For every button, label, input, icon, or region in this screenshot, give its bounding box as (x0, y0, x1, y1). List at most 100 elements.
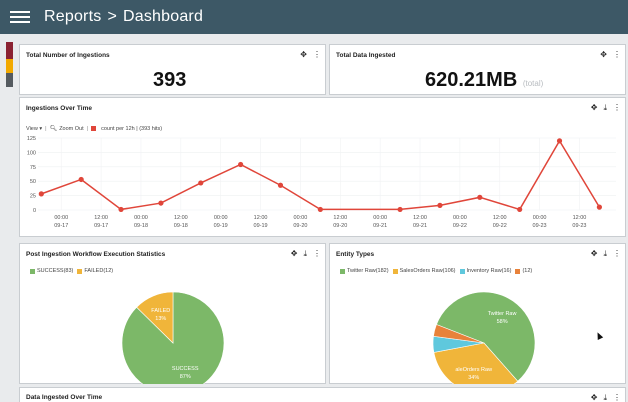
legend-swatch (340, 268, 345, 274)
x-tick-date: 09-23 (572, 223, 586, 229)
breadcrumb-separator: > (107, 8, 117, 25)
slice-label: FAILED (151, 308, 170, 314)
series-line (41, 139, 601, 211)
download-icon[interactable]: ⤓ (603, 393, 607, 402)
panel-tools: ✥ ⋮ (300, 50, 321, 59)
zoom-out-button[interactable]: Zoom Out (59, 126, 83, 132)
x-tick-time: 00:00 (294, 215, 308, 221)
move-icon[interactable]: ✥ (591, 249, 598, 258)
slice-percent: 58% (497, 319, 508, 325)
y-tick-label: 50 (30, 179, 36, 185)
x-tick-time: 12:00 (573, 215, 587, 221)
panel-tools: ✥ ⤓ ⋮ (591, 393, 621, 402)
x-tick-time: 00:00 (533, 215, 547, 221)
view-dropdown[interactable]: View ▾ (26, 126, 42, 132)
sidebar (0, 34, 13, 402)
legend-swatch (91, 126, 97, 131)
data-point (517, 206, 523, 213)
data-ingested-amount: 620.21MB (425, 69, 518, 91)
data-ingested-suffix: (total) (522, 79, 544, 88)
x-tick-time: 00:00 (54, 215, 68, 221)
x-tick-date: 09-20 (293, 223, 307, 229)
entity-types-panel: Entity Types ✥ ⤓ ⋮ Twitter Raw(182) Sales… (329, 243, 626, 384)
y-tick-label: 125 (27, 136, 36, 142)
x-tick-date: 09-22 (493, 223, 507, 229)
legend-swatch (459, 268, 465, 274)
data-point (596, 204, 602, 210)
breadcrumb-dashboard: Dashboard (122, 8, 204, 25)
data-point (437, 202, 443, 208)
menu-icon[interactable] (10, 11, 30, 23)
panel-tools: ✥ ⋮ (600, 50, 621, 59)
x-tick-time: 00:00 (453, 215, 467, 221)
slice-percent: 87% (180, 374, 191, 380)
x-tick-date: 09-21 (413, 223, 427, 229)
slice-label: Twitter Raw (488, 311, 517, 317)
x-tick-date: 09-19 (214, 223, 228, 229)
move-icon[interactable]: ✥ (291, 249, 298, 258)
legend-swatch (77, 268, 83, 274)
panel-tools: ✥ ⤓ ⋮ (591, 249, 621, 258)
y-tick-label: 0 (33, 208, 36, 214)
x-tick-date: 09-19 (254, 223, 268, 229)
x-tick-date: 09-20 (333, 223, 347, 229)
legend-label[interactable]: count per 12h | (393 hits) (101, 126, 162, 132)
x-tick-date: 09-17 (54, 223, 68, 229)
more-vert-icon[interactable]: ⋮ (613, 249, 621, 258)
entity-types-pie-chart: Twitter Raw 58% aleOrders Raw 34% (432, 291, 536, 384)
ingestions-panel: Total Number of Ingestions ✥ ⋮ 393 (19, 44, 326, 95)
x-tick-time: 12:00 (493, 215, 507, 221)
data-point (238, 161, 244, 168)
slice-percent: 34% (468, 375, 479, 381)
data-point (78, 176, 84, 183)
data-over-time-panel: Data Ingested Over Time ✥ ⤓ ⋮ (19, 387, 626, 402)
more-vert-icon[interactable]: ⋮ (613, 50, 621, 59)
chart-controls: View ▾ | 🔍︎ Zoom Out | count per 12h | (… (26, 125, 163, 133)
more-vert-icon[interactable]: ⋮ (613, 393, 621, 402)
x-tick-time: 00:00 (134, 215, 148, 221)
move-icon[interactable]: ✥ (600, 50, 607, 59)
more-vert-icon[interactable]: ⋮ (313, 249, 321, 258)
data-point (118, 206, 124, 213)
legend-swatch (392, 268, 398, 274)
data-point (198, 180, 204, 186)
legend-swatch (515, 268, 521, 274)
move-icon[interactable]: ✥ (300, 50, 307, 59)
line-chart: 125 100 75 50 25 0 00:00 09-17 12:00 09-17 00:00 09… (27, 136, 616, 229)
panel-title: Data Ingested Over Time (26, 394, 103, 401)
download-icon[interactable]: ⤓ (603, 103, 607, 112)
more-vert-icon[interactable]: ⋮ (613, 103, 621, 112)
sidebar-block-red[interactable] (6, 42, 13, 59)
sidebar-block-yellow[interactable] (6, 59, 13, 73)
data-point (477, 194, 483, 200)
move-icon[interactable]: ✥ (591, 103, 598, 112)
move-icon[interactable]: ✥ (591, 393, 598, 402)
x-tick-time: 00:00 (214, 215, 228, 221)
slice-percent: 13% (155, 316, 166, 322)
data-point (277, 182, 284, 188)
more-vert-icon[interactable]: ⋮ (313, 50, 321, 59)
x-tick-time: 12:00 (333, 215, 347, 221)
sidebar-block-gray[interactable] (6, 73, 13, 87)
x-tick-date: 09-22 (453, 223, 467, 229)
data-point (38, 191, 44, 197)
y-tick-label: 25 (30, 194, 36, 200)
slice-label: SUCCESS (172, 366, 199, 372)
panel-title: Ingestions Over Time (26, 105, 92, 112)
data-ingested-value: 620.21MB (total) (425, 69, 543, 92)
x-tick-date: 09-18 (174, 223, 188, 229)
search-icon[interactable]: 🔍︎ (50, 125, 58, 132)
x-tick-time: 12:00 (254, 215, 268, 221)
breadcrumb: Reports > Dashboard (44, 8, 203, 26)
x-tick-date: 09-23 (533, 223, 547, 229)
x-tick-date: 09-21 (373, 223, 387, 229)
data-point (317, 206, 323, 213)
ingestions-count: 393 (153, 69, 187, 91)
workflow-stats-panel: Post Ingestion Workflow Execution Statis… (19, 243, 326, 384)
data-ingested-panel: Total Data Ingested ✥ ⋮ 620.21MB (total) (329, 44, 626, 95)
panel-title: Total Data Ingested (336, 52, 396, 59)
panel-tools: ✥ ⤓ ⋮ (591, 103, 621, 112)
breadcrumb-reports[interactable]: Reports (44, 8, 101, 25)
download-icon[interactable]: ⤓ (303, 249, 307, 258)
download-icon[interactable]: ⤓ (603, 249, 607, 258)
